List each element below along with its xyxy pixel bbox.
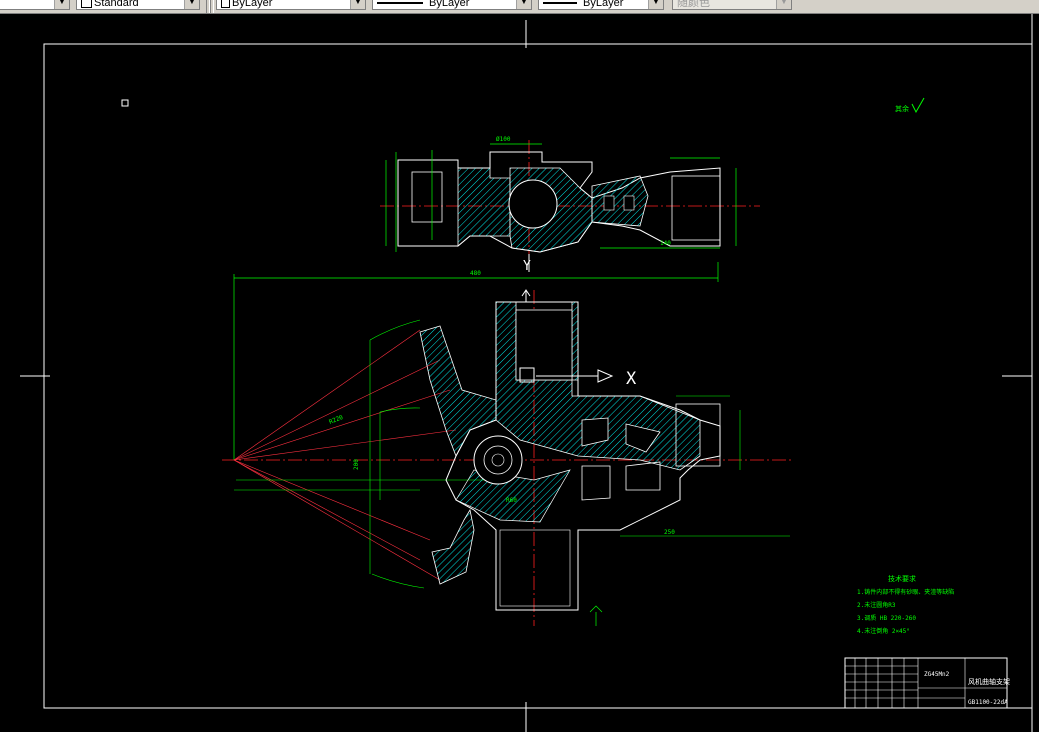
tech-req-item: 1.铸件内部不得有砂眼、夹渣等缺陷 <box>857 588 954 596</box>
dim-text: R60 <box>506 497 517 504</box>
technical-requirements: 技术要求 1.铸件内部不得有砂眼、夹渣等缺陷 2.未注圆角R3 3.调质 HB … <box>857 574 954 635</box>
ucs-marker <box>121 99 129 107</box>
roughness-note: 其余 <box>895 104 909 113</box>
title-drawing-no: GB1100-22dA <box>968 699 1008 706</box>
text-style-icon <box>81 0 92 9</box>
chevron-down-icon[interactable]: ▼ <box>648 0 663 9</box>
chevron-down-icon: ▼ <box>776 0 791 9</box>
dim-overall-text: 480 <box>470 270 481 277</box>
text-style-prev-dropdown[interactable]: ▼ <box>0 0 70 10</box>
chevron-down-icon[interactable]: ▼ <box>54 0 69 9</box>
tech-req-heading: 技术要求 <box>888 574 916 583</box>
drawing-canvas[interactable]: 其余 Y Ø100 140 480 X R220 250 R60 200 技术要… <box>0 14 1039 732</box>
roughness-symbol: 其余 <box>895 97 925 114</box>
lineweight-value: ByLayer <box>583 0 624 9</box>
tech-req-item: 3.调质 HB 220-260 <box>857 614 916 622</box>
layer-value: ByLayer <box>232 0 273 9</box>
lineweight-swatch <box>543 2 577 5</box>
title-block: ZG45Mn2 风机曲轴支架 GB1100-22dA <box>844 657 1010 709</box>
tech-req-item: 2.未注圆角R3 <box>857 601 896 609</box>
chevron-down-icon[interactable]: ▼ <box>184 0 199 9</box>
dim-text: 140 <box>660 240 671 247</box>
chevron-down-icon[interactable]: ▼ <box>350 0 365 9</box>
plot-style-value: 随颜色 <box>677 0 710 9</box>
text-style-dropdown[interactable]: Standard ▼ <box>76 0 200 10</box>
section-label-y: Y <box>523 259 531 274</box>
dim-text: Ø100 <box>496 136 511 143</box>
tech-req-item: 4.未注倒角 2×45° <box>857 627 910 635</box>
color-swatch-icon <box>221 0 230 8</box>
dim-text: 250 <box>664 529 675 536</box>
chevron-down-icon[interactable]: ▼ <box>516 0 531 9</box>
dim-text: 200 <box>353 459 360 470</box>
linetype-dropdown[interactable]: ByLayer ▼ <box>372 0 532 10</box>
properties-toolbar: ▼ Standard ▼ ByLayer ▼ ByLayer ▼ ByLayer… <box>0 0 1039 14</box>
linetype-value: ByLayer <box>429 0 470 9</box>
view-label-x: X <box>626 369 637 389</box>
front-view: X R220 250 R60 200 <box>222 289 792 626</box>
title-part-name: 风机曲轴支架 <box>968 677 1010 686</box>
text-style-value: Standard <box>94 0 139 9</box>
layer-color-dropdown[interactable]: ByLayer ▼ <box>216 0 366 10</box>
dim-text: R220 <box>328 414 344 426</box>
title-material: ZG45Mn2 <box>924 671 950 678</box>
plot-style-dropdown: 随颜色 ▼ <box>672 0 792 10</box>
lineweight-dropdown[interactable]: ByLayer ▼ <box>538 0 664 10</box>
top-section-view: Y Ø100 140 <box>380 136 760 274</box>
toolbar-separator <box>210 0 214 13</box>
linetype-swatch <box>377 2 423 5</box>
